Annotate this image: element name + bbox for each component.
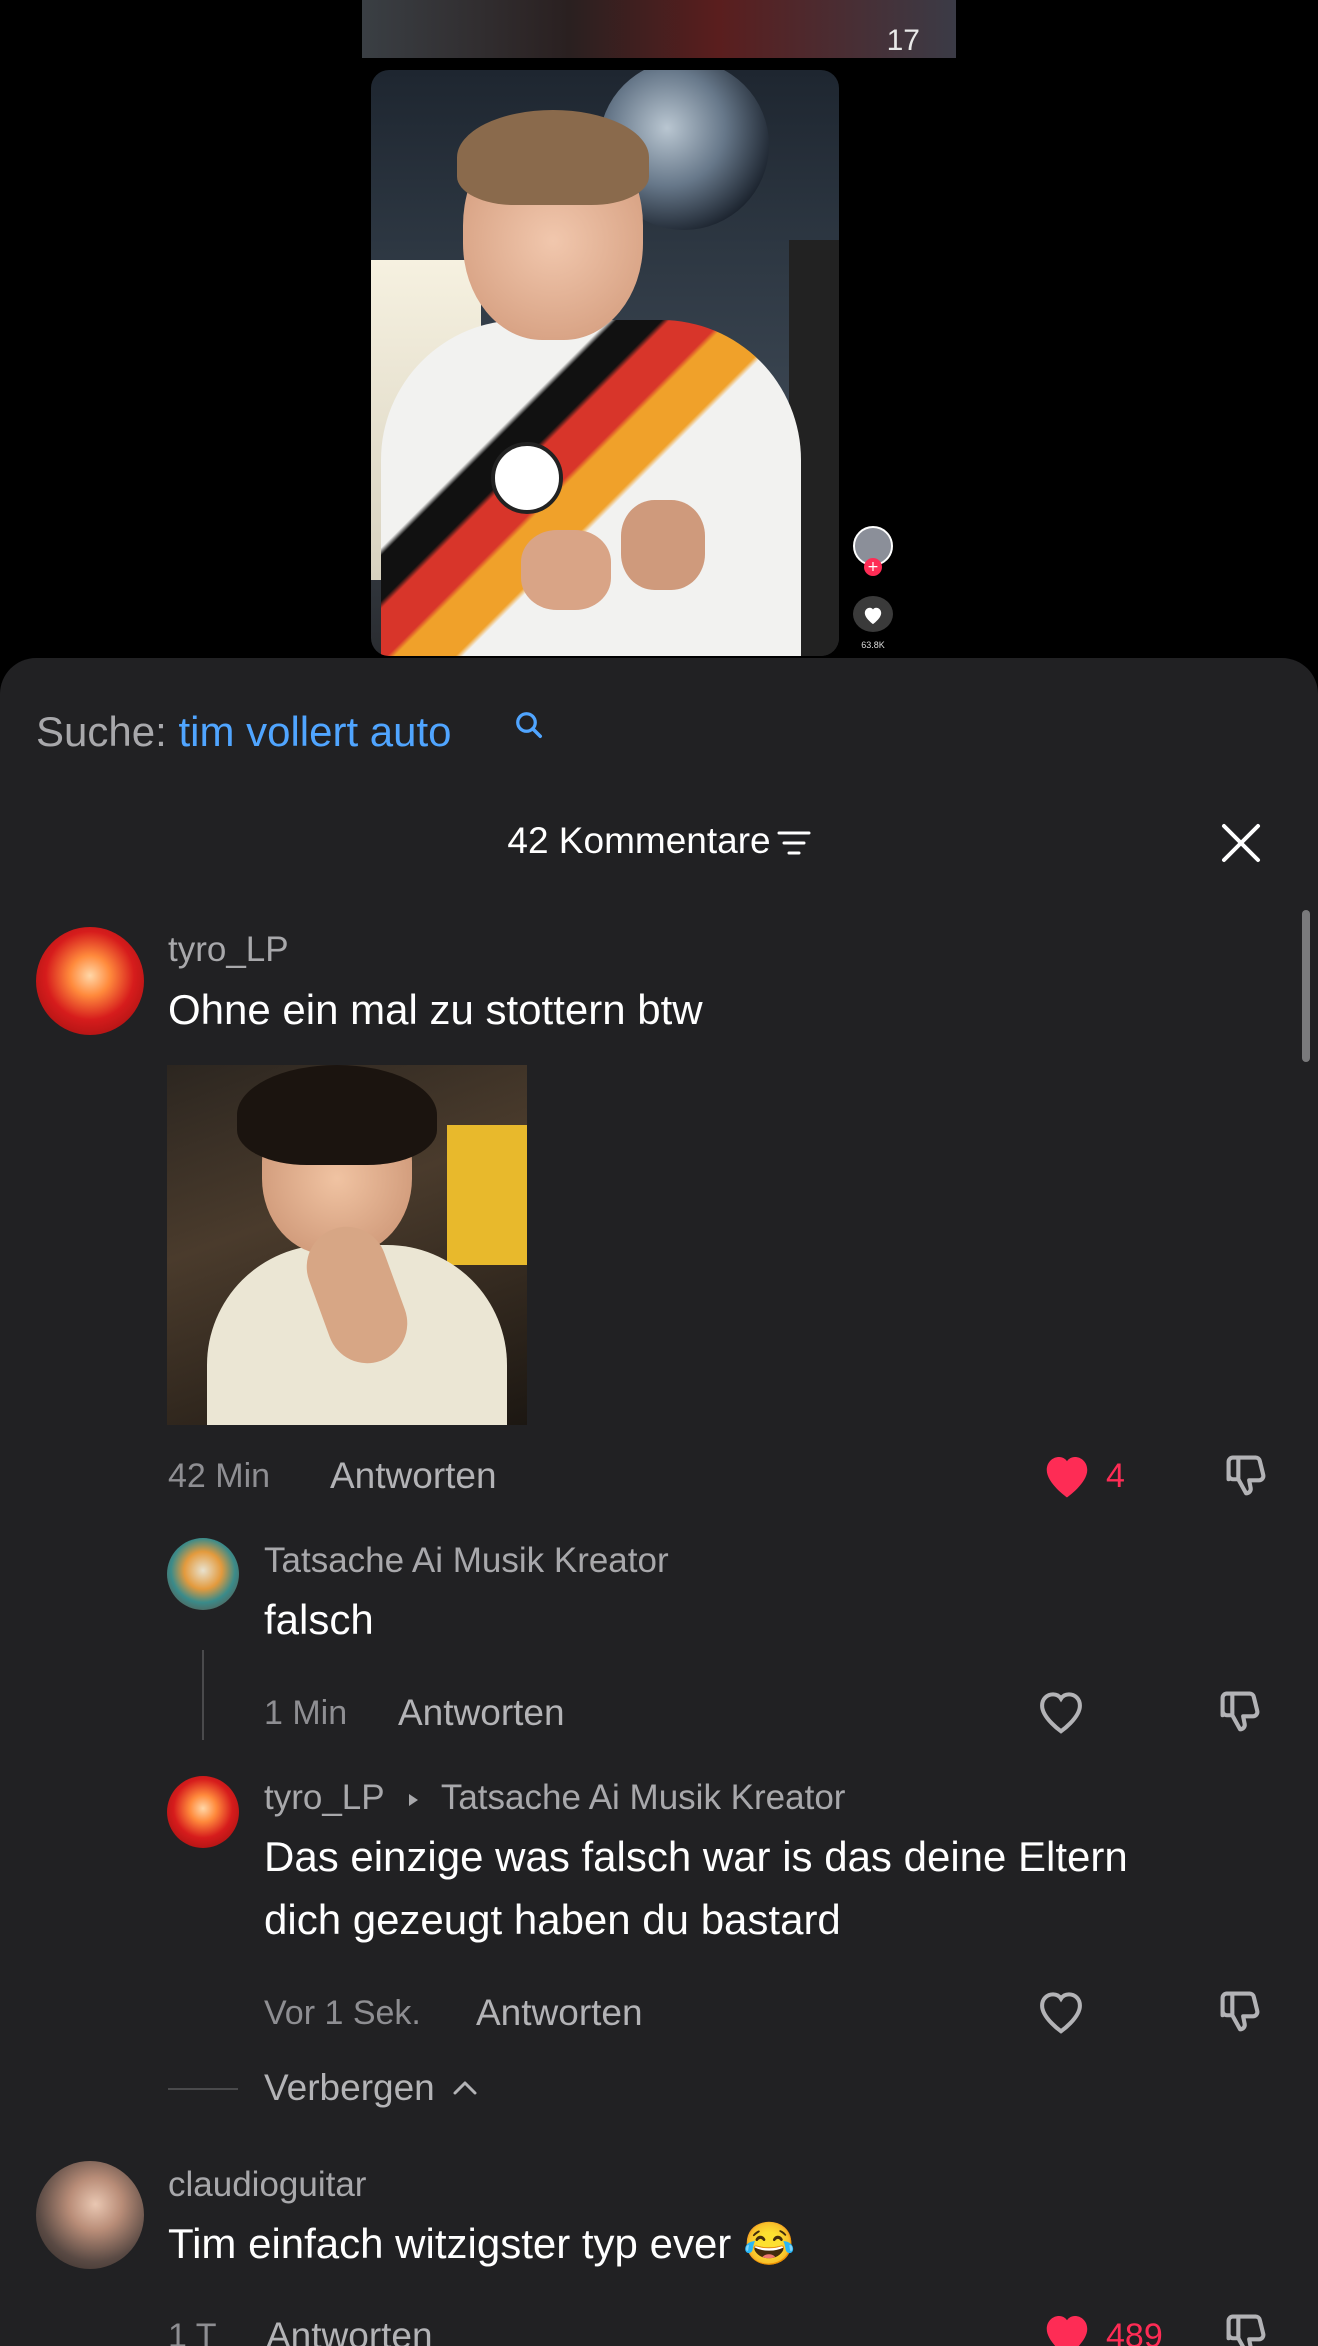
video-person-hair [457, 110, 649, 205]
comment-username[interactable]: claudioguitar [168, 2165, 366, 2205]
video-person-hand [521, 530, 611, 610]
dislike-icon[interactable] [1214, 1986, 1268, 2038]
video-shirt-crest [491, 442, 563, 514]
comment-attached-image[interactable] [167, 1065, 527, 1425]
avatar[interactable] [36, 2161, 144, 2269]
avatar[interactable] [167, 1776, 239, 1848]
scrollbar-thumb[interactable] [1302, 910, 1310, 1062]
hide-replies-line [168, 2088, 238, 2090]
hide-replies-button[interactable]: Verbergen [264, 2067, 479, 2109]
reply-button[interactable]: Antworten [476, 1992, 643, 2034]
comment-text: falsch [264, 1596, 374, 1643]
image-background [447, 1125, 527, 1265]
comments-sheet: Suche: tim vollert auto 42 Kommentare ty… [0, 658, 1318, 2346]
search-prefix-label: Suche: [36, 708, 167, 755]
comment-time: Vor 1 Sek. [264, 1994, 421, 2032]
reply-button[interactable]: Antworten [398, 1692, 565, 1734]
comment-text-line: dich gezeugt haben du bastard [264, 1896, 841, 1943]
heart-icon [864, 607, 882, 625]
hide-replies-label: Verbergen [264, 2067, 435, 2108]
close-icon[interactable] [1216, 818, 1266, 868]
video-like-count: 63.8K [861, 640, 885, 650]
previous-video-strip[interactable]: 17 [362, 0, 956, 58]
comment-text: Tim einfach witzigster typ ever 😂 [168, 2220, 796, 2267]
video-player[interactable] [371, 70, 839, 656]
comment-username[interactable]: tyro_LP [264, 1778, 384, 1817]
reply-header: tyro_LP Tatsache Ai Musik Kreator [264, 1778, 845, 1818]
comment-time: 1 T [168, 2317, 217, 2346]
search-icon[interactable] [514, 710, 544, 740]
thread-line [202, 1650, 204, 1740]
comment-time: 1 Min [264, 1694, 348, 1732]
sort-filter-icon[interactable] [777, 830, 811, 856]
heart-filled-icon[interactable] [1040, 2309, 1094, 2346]
reply-button[interactable]: Antworten [266, 2315, 433, 2346]
like-count: 4 [1106, 1457, 1125, 1495]
reply-arrow-icon [408, 1794, 418, 1806]
heart-outline-icon[interactable] [1034, 1686, 1088, 1736]
search-query-link[interactable]: tim vollert auto [178, 708, 451, 755]
comment-username[interactable]: tyro_LP [168, 930, 289, 970]
avatar[interactable] [167, 1538, 239, 1610]
comment-username[interactable]: Tatsache Ai Musik Kreator [264, 1541, 669, 1581]
reply-to-username[interactable]: Tatsache Ai Musik Kreator [441, 1778, 846, 1817]
dislike-icon[interactable] [1220, 1450, 1274, 1502]
video-like-button[interactable] [853, 596, 893, 632]
dislike-icon[interactable] [1214, 1686, 1268, 1738]
video-person-hand [621, 500, 705, 590]
avatar[interactable] [36, 927, 144, 1035]
heart-outline-icon[interactable] [1034, 1986, 1088, 2036]
comment-count-label: 42 Kommentare [507, 820, 771, 861]
search-suggestion[interactable]: Suche: tim vollert auto [36, 708, 452, 756]
previous-video-number: 17 [886, 24, 920, 57]
image-person-hair [237, 1065, 437, 1165]
follow-plus-icon[interactable]: + [864, 558, 882, 576]
comment-text: Ohne ein mal zu stottern btw [168, 986, 703, 1033]
chevron-up-icon [453, 2081, 477, 2095]
comment-text-line: Das einzige was falsch war is das deine … [264, 1833, 1128, 1880]
reply-button[interactable]: Antworten [330, 1455, 497, 1497]
dislike-icon[interactable] [1220, 2309, 1274, 2346]
like-count: 489 [1106, 2317, 1163, 2346]
comment-time: 42 Min [168, 1457, 271, 1495]
comments-header: 42 Kommentare [0, 820, 1318, 862]
heart-filled-icon[interactable] [1040, 1450, 1094, 1500]
